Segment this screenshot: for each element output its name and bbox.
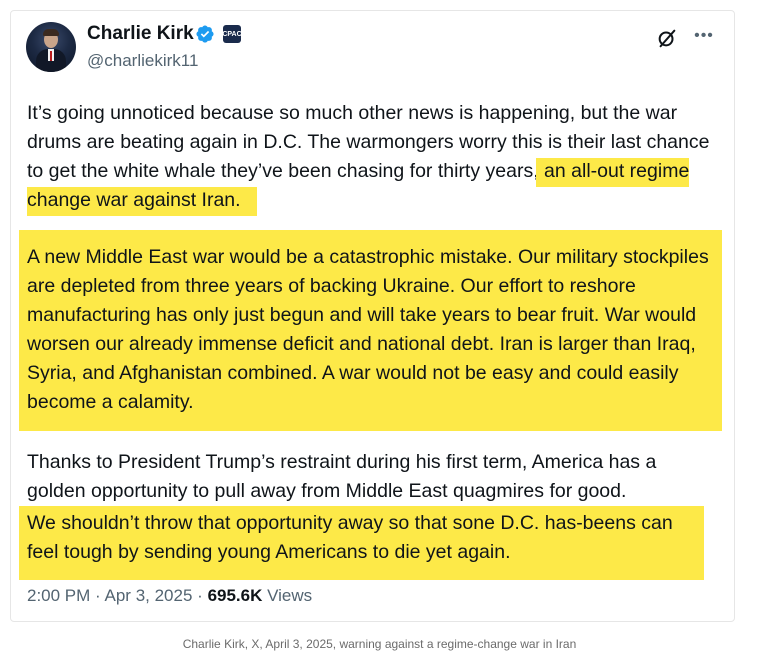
- affiliate-badge-icon[interactable]: CPAC: [222, 25, 242, 43]
- meta-separator: ·: [197, 586, 203, 605]
- tweet-date[interactable]: Apr 3, 2025: [105, 586, 193, 605]
- author-avatar[interactable]: [26, 22, 76, 72]
- affiliate-badge-text: CPAC: [222, 30, 242, 38]
- blue-check-icon: [196, 25, 214, 43]
- tweet-time[interactable]: 2:00 PM: [27, 586, 90, 605]
- tweet-paragraph-2: A new Middle East war would be a catastr…: [19, 230, 722, 431]
- paragraph-3-text: Thanks to President Trump’s restraint du…: [27, 451, 657, 502]
- author-handle[interactable]: @charliekirk11: [87, 51, 198, 71]
- views-count: 695.6K: [207, 586, 263, 605]
- tweet-paragraph-1: It’s going unnoticed because so much oth…: [27, 99, 717, 216]
- paragraph-3-highlight: We shouldn’t throw that opportunity away…: [19, 506, 704, 580]
- views-label: Views: [267, 586, 313, 605]
- author-name[interactable]: Charlie Kirk: [87, 23, 194, 45]
- more-options-icon[interactable]: •••: [692, 24, 716, 48]
- meta-separator: ·: [95, 586, 101, 605]
- image-caption: Charlie Kirk, X, April 3, 2025, warning …: [182, 637, 577, 651]
- grok-icon[interactable]: [656, 27, 678, 49]
- tweet-paragraph-3: Thanks to President Trump’s restraint du…: [19, 448, 717, 580]
- paragraph-2-highlight: A new Middle East war would be a catastr…: [27, 246, 709, 413]
- tweet-card: Charlie Kirk CPAC @charliekirk11 ••• It’…: [10, 10, 735, 622]
- tweet-meta: 2:00 PM · Apr 3, 2025 · 695.6K Views: [27, 586, 312, 606]
